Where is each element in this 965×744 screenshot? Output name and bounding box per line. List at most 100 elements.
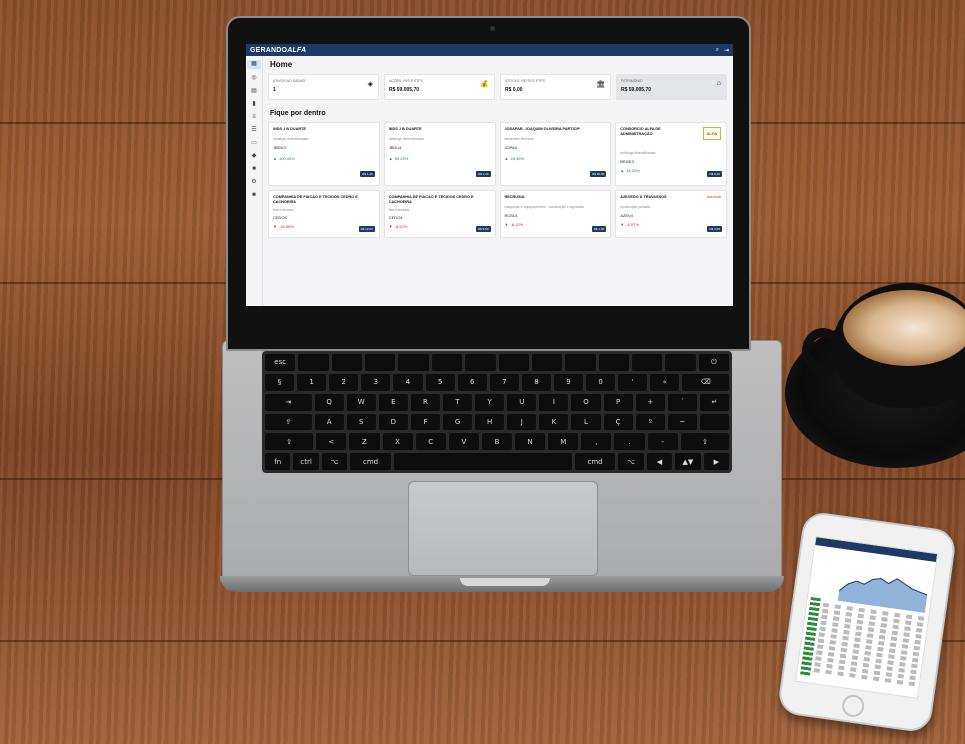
key[interactable]: S: [346, 413, 376, 431]
key[interactable]: I: [539, 393, 569, 411]
key[interactable]: L: [571, 413, 601, 431]
key[interactable]: T: [443, 393, 473, 411]
logout-icon[interactable]: ⇥: [724, 47, 729, 54]
key[interactable]: º: [635, 413, 665, 431]
key[interactable]: ⇧: [680, 433, 729, 451]
key[interactable]: 0: [586, 373, 616, 391]
key[interactable]: ▶: [703, 453, 729, 470]
stock-card[interactable]: JOSAPAR- JOAQUIM OLIVEIRA PARTICIP alime…: [499, 122, 612, 186]
key[interactable]: H: [475, 413, 505, 431]
stock-card[interactable]: COMPANHIA DE FIACAO E TECIDOS CEDRO E CA…: [268, 190, 380, 238]
trackpad[interactable]: [408, 481, 598, 576]
key[interactable]: [498, 354, 529, 371]
key[interactable]: fn: [265, 453, 291, 470]
key[interactable]: P: [603, 393, 633, 411]
key[interactable]: 4: [393, 373, 423, 391]
key[interactable]: «: [650, 373, 680, 391]
key[interactable]: [531, 354, 563, 371]
key[interactable]: ctrl: [293, 453, 319, 470]
home-button[interactable]: [840, 693, 866, 719]
key[interactable]: ': [618, 373, 648, 391]
key[interactable]: Ç: [603, 413, 633, 431]
user-icon[interactable]: ☻: [250, 192, 258, 199]
key[interactable]: [365, 354, 396, 371]
key[interactable]: 7: [489, 373, 519, 391]
key[interactable]: ~: [667, 413, 697, 431]
stat-card-radar[interactable]: Ativos no radar 1 ◈: [268, 74, 379, 100]
list-icon[interactable]: ≡: [250, 114, 258, 121]
wallet-icon[interactable]: ▤: [250, 88, 258, 95]
key[interactable]: 6: [457, 373, 487, 391]
chart-icon[interactable]: ▮: [250, 101, 258, 108]
search-icon[interactable]: ⌕: [716, 47, 719, 54]
key[interactable]: [298, 354, 329, 371]
key[interactable]: §: [265, 373, 295, 391]
book-icon[interactable]: ■: [250, 166, 258, 173]
key[interactable]: [598, 354, 629, 371]
stat-card-acoes[interactable]: Ações, FIIs e ETFs R$ 59.005,70 💰: [384, 74, 495, 100]
key[interactable]: ,: [581, 433, 612, 451]
document-icon[interactable]: ☰: [250, 127, 258, 134]
key[interactable]: [465, 354, 496, 371]
stat-card-stocks[interactable]: Stocks, REITs e ETFs R$ 0,00 🏛: [500, 74, 611, 100]
key[interactable]: [631, 354, 663, 371]
key[interactable]: esc: [265, 354, 296, 371]
brand-logo[interactable]: GERANDOALFA: [250, 47, 306, 54]
key[interactable]: V: [448, 433, 479, 451]
key[interactable]: ◀: [646, 453, 673, 470]
key[interactable]: [699, 413, 729, 431]
key[interactable]: K: [539, 413, 569, 431]
stock-card[interactable]: INDS J B DUARTE holdings diversificadas …: [383, 122, 496, 186]
key[interactable]: Y: [475, 393, 505, 411]
key[interactable]: A: [314, 413, 344, 431]
key[interactable]: W: [346, 393, 376, 411]
video-icon[interactable]: ▭: [250, 140, 258, 147]
radar-icon[interactable]: ◎: [250, 75, 258, 82]
key[interactable]: [393, 453, 572, 470]
key[interactable]: ⌫: [682, 373, 729, 391]
stock-card[interactable]: CONSORCIO ALFA DE ADMINISTRAÇÃO ALFA hol…: [615, 122, 727, 186]
key[interactable]: [565, 354, 596, 371]
key[interactable]: Z: [349, 433, 380, 451]
key[interactable]: cmd: [574, 453, 616, 470]
key[interactable]: +: [635, 393, 665, 411]
key[interactable]: ⌥: [618, 453, 644, 470]
key[interactable]: 2: [329, 373, 359, 391]
key[interactable]: cmd: [350, 453, 391, 470]
dashboard-icon[interactable]: ▦: [247, 60, 261, 69]
key[interactable]: Q: [314, 393, 344, 411]
key[interactable]: [665, 354, 696, 371]
key[interactable]: [431, 354, 463, 371]
key[interactable]: ⏻: [698, 354, 730, 371]
key[interactable]: D: [378, 413, 408, 431]
key[interactable]: J: [507, 413, 537, 431]
key[interactable]: 8: [521, 373, 551, 391]
key[interactable]: [398, 354, 429, 371]
key[interactable]: G: [443, 413, 473, 431]
key[interactable]: B: [481, 433, 513, 451]
key[interactable]: ⌥: [321, 453, 348, 470]
key[interactable]: <: [316, 433, 347, 451]
shield-icon[interactable]: ◆: [250, 153, 258, 160]
key[interactable]: ⇪: [265, 413, 312, 431]
key[interactable]: [331, 354, 363, 371]
key[interactable]: F: [410, 413, 441, 431]
key[interactable]: 5: [425, 373, 455, 391]
key[interactable]: ⇥: [265, 393, 312, 411]
key[interactable]: ▲▼: [675, 453, 701, 470]
key[interactable]: ´: [667, 393, 697, 411]
key[interactable]: C: [415, 433, 446, 451]
key[interactable]: 3: [361, 373, 391, 391]
stock-card[interactable]: AZEVEDO & TRAVASSOS azevedo construção p…: [615, 190, 727, 238]
key[interactable]: E: [378, 393, 408, 411]
key[interactable]: R: [410, 393, 441, 411]
stat-card-patrimonio[interactable]: Patrimônio R$ 59.005,70 ⌂: [616, 74, 727, 100]
stock-card[interactable]: INDS J B DUARTE holdings diversificadas …: [268, 122, 380, 186]
settings-icon[interactable]: ⚙: [250, 179, 258, 186]
key[interactable]: 9: [553, 373, 584, 391]
key[interactable]: ⇧: [265, 433, 314, 451]
key[interactable]: U: [507, 393, 537, 411]
key[interactable]: .: [614, 433, 645, 451]
key[interactable]: ↵: [699, 393, 729, 411]
stock-card[interactable]: RECRUSUL máquinas e equipamentos - const…: [499, 190, 612, 238]
